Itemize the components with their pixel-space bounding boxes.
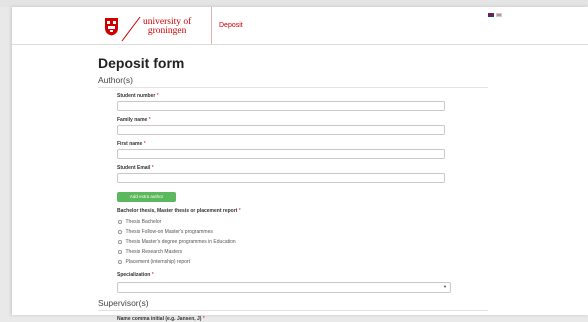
- uk-flag-icon[interactable]: [488, 13, 494, 17]
- student-email-input[interactable]: [117, 173, 445, 183]
- university-logo[interactable]: university of groningen: [143, 17, 191, 36]
- first-name-input[interactable]: [117, 149, 445, 159]
- header-divider: [211, 7, 212, 44]
- thesis-option-label: Thesis Research Masters: [125, 249, 183, 255]
- thesis-option-label: Thesis Master's degree programmes in Edu…: [125, 239, 236, 245]
- page-title: Deposit form: [98, 55, 185, 71]
- page: university of groningen Deposit Deposit …: [12, 7, 588, 322]
- thesis-option-research-masters[interactable]: Thesis Research Masters: [118, 249, 182, 255]
- thesis-option-label: Thesis Follow-on Master's programmes: [125, 229, 213, 235]
- student-number-label: Student number *: [117, 93, 159, 99]
- radio-button[interactable]: [118, 240, 122, 244]
- site-header: university of groningen Deposit: [12, 7, 588, 45]
- required-marker: *: [156, 93, 159, 99]
- required-marker: *: [148, 117, 151, 123]
- logo-slash-icon: [121, 16, 141, 42]
- language-switcher: [488, 13, 502, 17]
- thesis-option-placement-report[interactable]: Placement (internship) report: [118, 259, 190, 265]
- required-marker: *: [151, 272, 154, 278]
- authors-section-title: Author(s): [98, 75, 133, 85]
- nav-deposit-link[interactable]: Deposit: [219, 22, 243, 29]
- radio-button[interactable]: [118, 260, 122, 264]
- dropdown-caret-icon: ▼: [443, 284, 447, 289]
- thesis-option-label: Placement (internship) report: [125, 259, 190, 265]
- logo-line-2: groningen: [147, 26, 187, 36]
- first-name-label: First name *: [117, 141, 146, 147]
- supervisors-section-divider: [98, 310, 488, 311]
- required-marker: *: [202, 316, 205, 322]
- required-marker: *: [238, 208, 241, 214]
- radio-button[interactable]: [118, 220, 122, 224]
- thesis-type-label: Bachelor thesis, Master thesis or placem…: [117, 208, 241, 214]
- add-extra-author-button[interactable]: Add extra author: [117, 192, 176, 202]
- radio-button[interactable]: [118, 230, 122, 234]
- radio-button[interactable]: [118, 250, 122, 254]
- thesis-option-follow-on-master[interactable]: Thesis Follow-on Master's programmes: [118, 229, 213, 235]
- thesis-option-label: Thesis Bachelor: [125, 219, 162, 225]
- required-marker: *: [143, 141, 146, 147]
- browser-top-strip: [0, 0, 588, 7]
- specialization-label: Specialization *: [117, 272, 154, 278]
- thesis-option-bachelor[interactable]: Thesis Bachelor: [118, 219, 161, 225]
- required-marker: *: [151, 165, 154, 171]
- specialization-select[interactable]: ▼: [117, 282, 451, 293]
- family-name-label: Family name *: [117, 117, 151, 123]
- family-name-input[interactable]: [117, 125, 445, 135]
- authors-section-divider: [98, 87, 488, 88]
- nl-flag-icon[interactable]: [496, 13, 502, 17]
- supervisors-section-title: Supervisor(s): [98, 298, 149, 308]
- student-number-input[interactable]: [117, 101, 445, 111]
- supervisor-name-label: Name comma initial (e.g. Jansen, J) *: [117, 316, 205, 322]
- student-email-label: Student Email *: [117, 165, 154, 171]
- thesis-option-master-education[interactable]: Thesis Master's degree programmes in Edu…: [118, 239, 236, 245]
